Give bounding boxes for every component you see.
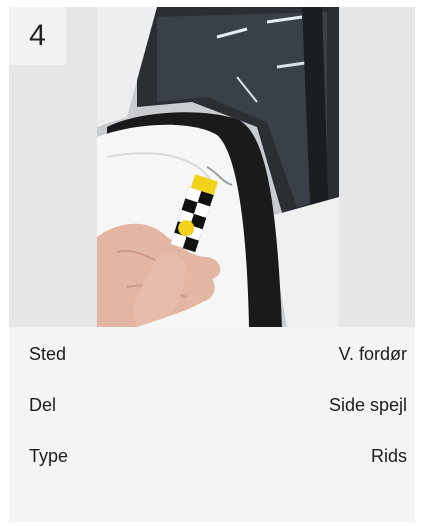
damage-details: Sted V. fordør Del Side spejl Type Rids — [9, 327, 415, 482]
damage-card[interactable]: 4 Sted V. fordør Del Side spejl Type Rid… — [9, 7, 415, 522]
detail-label: Sted — [29, 344, 67, 364]
detail-label: Type — [29, 446, 69, 466]
detail-value: Rids — [370, 446, 407, 466]
detail-row-location: Sted V. fordør — [9, 329, 415, 380]
detail-row-part: Del Side spejl — [9, 380, 415, 431]
detail-row-type: Type Rids — [9, 431, 415, 482]
damage-photo[interactable] — [97, 7, 339, 327]
damage-photo-image — [97, 7, 339, 327]
detail-value: Side spejl — [328, 395, 407, 415]
damage-number-badge: 4 — [9, 7, 66, 65]
detail-label: Del — [29, 395, 57, 415]
detail-value: V. fordør — [338, 344, 407, 364]
photo-area[interactable]: 4 — [9, 7, 415, 327]
